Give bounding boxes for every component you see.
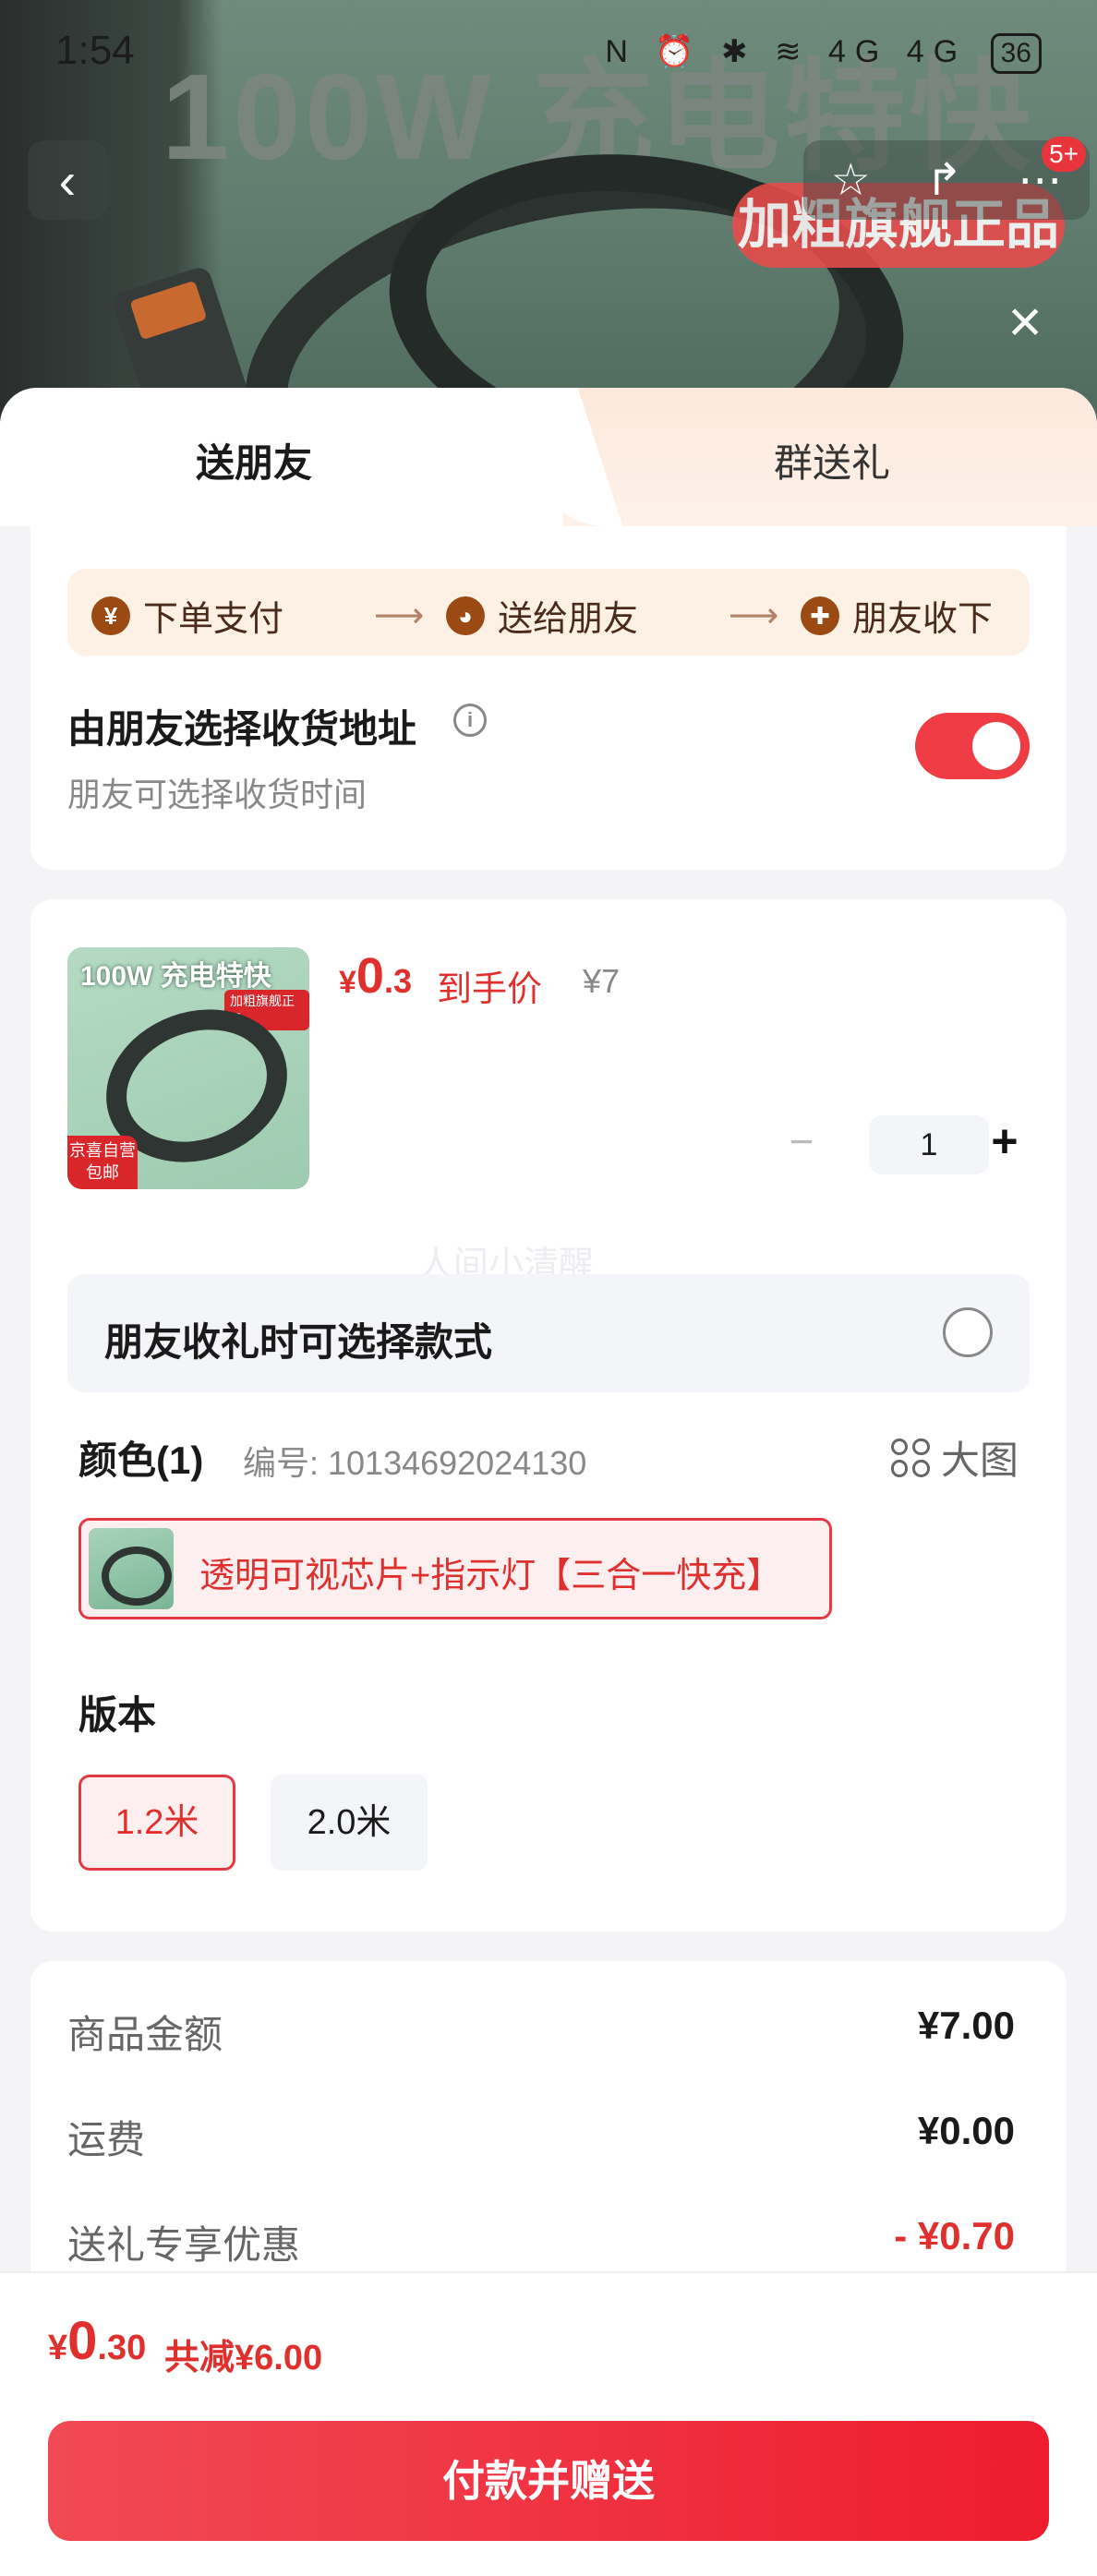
price-dec: .3 — [383, 962, 412, 1000]
product-card: 100W 充电特快 加粗旗舰正品 京喜自营 包邮 ¥0.3 到手价 ¥7 − 1… — [30, 899, 1067, 1932]
checkout-footer: ¥0.30 共减¥6.00 付款并赠送 — [0, 2271, 1097, 2576]
thumb-ship-line1: 京喜自营 — [69, 1141, 136, 1160]
total-dec: .30 — [97, 2329, 147, 2367]
big-image-button[interactable]: 大图 — [890, 1429, 1019, 1486]
arrow-right-icon: ⟶ — [729, 596, 779, 635]
flow-step-pay: ¥ 下单支付 — [91, 590, 283, 641]
tab-group-gift[interactable]: 群送礼 — [774, 432, 890, 488]
final-price: ¥0.3 — [339, 947, 412, 1005]
share-icon[interactable]: ↱ — [925, 154, 962, 206]
total-int: 0 — [67, 2311, 98, 2371]
status-icons-text: N ⏰ ✱ ≋ 4G 4G — [605, 34, 968, 69]
summary-label: 商品金额 — [67, 2013, 223, 2056]
original-price: ¥7 — [583, 962, 621, 1000]
summary-value: ¥7.00 — [917, 2004, 1015, 2047]
address-option-title: 由朋友选择收货地址 — [67, 707, 417, 751]
version-option-2-0m[interactable]: 2.0米 — [271, 1775, 428, 1871]
summary-label: 送礼专享优惠 — [67, 2223, 301, 2267]
style-choice-label: 朋友收礼时可选择款式 — [104, 1320, 493, 1364]
thumb-ship-line2: 包邮 — [86, 1163, 119, 1182]
tab-gift-friend[interactable]: 送朋友 — [196, 432, 312, 488]
battery-icon: 36 — [990, 33, 1042, 74]
color-option-selected[interactable]: 透明可视芯片+指示灯【三合一快充】 — [78, 1518, 832, 1619]
product-code: 编号: 10134692024130 — [243, 1444, 587, 1482]
flow-step-label: 下单支付 — [143, 600, 284, 639]
chevron-left-icon: ‹ — [58, 150, 77, 210]
star-icon[interactable]: ☆ — [831, 154, 871, 206]
summary-value: - ¥0.70 — [894, 2214, 1015, 2257]
color-heading: 颜色(1) — [78, 1438, 204, 1482]
price-currency: ¥ — [339, 965, 356, 1000]
color-option-label: 透明可视芯片+指示灯【三合一快充】 — [199, 1557, 782, 1595]
increase-button[interactable]: + — [972, 1112, 1037, 1176]
big-image-label: 大图 — [940, 1438, 1019, 1482]
price-int: 0 — [356, 948, 384, 1004]
total-price: ¥0.30 — [48, 2310, 146, 2372]
quantity-input[interactable]: 1 — [869, 1115, 989, 1174]
grid-icon — [890, 1438, 930, 1477]
status-time: 1:54 — [55, 28, 135, 73]
total-saved: 共减¥6.00 — [164, 2339, 323, 2377]
status-bar: 1:54 N ⏰ ✱ ≋ 4G 4G 36 — [0, 26, 1097, 81]
gift-flow-steps: ¥ 下单支付 ⟶ ◕ 送给朋友 ⟶ ✚ 朋友收下 — [67, 569, 1030, 656]
total-currency: ¥ — [48, 2329, 68, 2367]
toggle-knob — [972, 722, 1020, 770]
flow-step-send: ◕ 送给朋友 — [446, 590, 638, 641]
version-option-1-2m[interactable]: 1.2米 — [78, 1775, 235, 1871]
quantity-stepper: − 1 + — [769, 1112, 1037, 1176]
pay-and-gift-button[interactable]: 付款并赠送 — [48, 2421, 1049, 2541]
gift-tabs: 送朋友 群送礼 — [0, 388, 1097, 526]
price-label: 到手价 — [437, 970, 543, 1009]
summary-value: ¥0.00 — [917, 2109, 1015, 2152]
version-heading: 版本 — [78, 1693, 157, 1737]
thumb-shipping-badge: 京喜自营 包邮 — [67, 1136, 138, 1189]
flow-step-label: 朋友收下 — [852, 600, 994, 639]
gift-icon: ✚ — [801, 596, 839, 635]
address-toggle[interactable] — [915, 713, 1030, 779]
summary-label: 运费 — [67, 2118, 146, 2161]
gift-sheet: 送朋友 群送礼 ¥ 下单支付 ⟶ ◕ 送给朋友 ⟶ ✚ 朋友收下 由朋友选择收货… — [0, 388, 1097, 2576]
style-choice-radio[interactable] — [943, 1307, 993, 1357]
decrease-button[interactable]: − — [769, 1112, 834, 1176]
product-thumbnail[interactable]: 100W 充电特快 加粗旗舰正品 京喜自营 包邮 — [67, 947, 309, 1189]
status-icons: N ⏰ ✱ ≋ 4G 4G 36 — [605, 33, 1042, 74]
arrow-right-icon: ⟶ — [374, 596, 425, 635]
notification-badge: 5+ — [1042, 137, 1086, 172]
wechat-icon: ◕ — [446, 596, 485, 635]
back-button[interactable]: ‹ — [28, 140, 107, 220]
address-option-subtitle: 朋友可选择收货时间 — [67, 776, 368, 813]
style-choice-row[interactable]: 朋友收礼时可选择款式 — [67, 1274, 1030, 1392]
color-option-thumbnail — [89, 1528, 174, 1609]
close-icon[interactable]: × — [997, 292, 1053, 351]
info-icon[interactable]: i — [453, 704, 487, 737]
flow-step-label: 送给朋友 — [498, 600, 639, 639]
thumb-title: 100W 充电特快 — [80, 961, 271, 992]
gift-flow-card: ¥ 下单支付 ⟶ ◕ 送给朋友 ⟶ ✚ 朋友收下 由朋友选择收货地址 i 朋友可… — [30, 526, 1067, 870]
flow-step-receive: ✚ 朋友收下 — [801, 590, 993, 641]
yen-icon: ¥ — [91, 596, 130, 635]
